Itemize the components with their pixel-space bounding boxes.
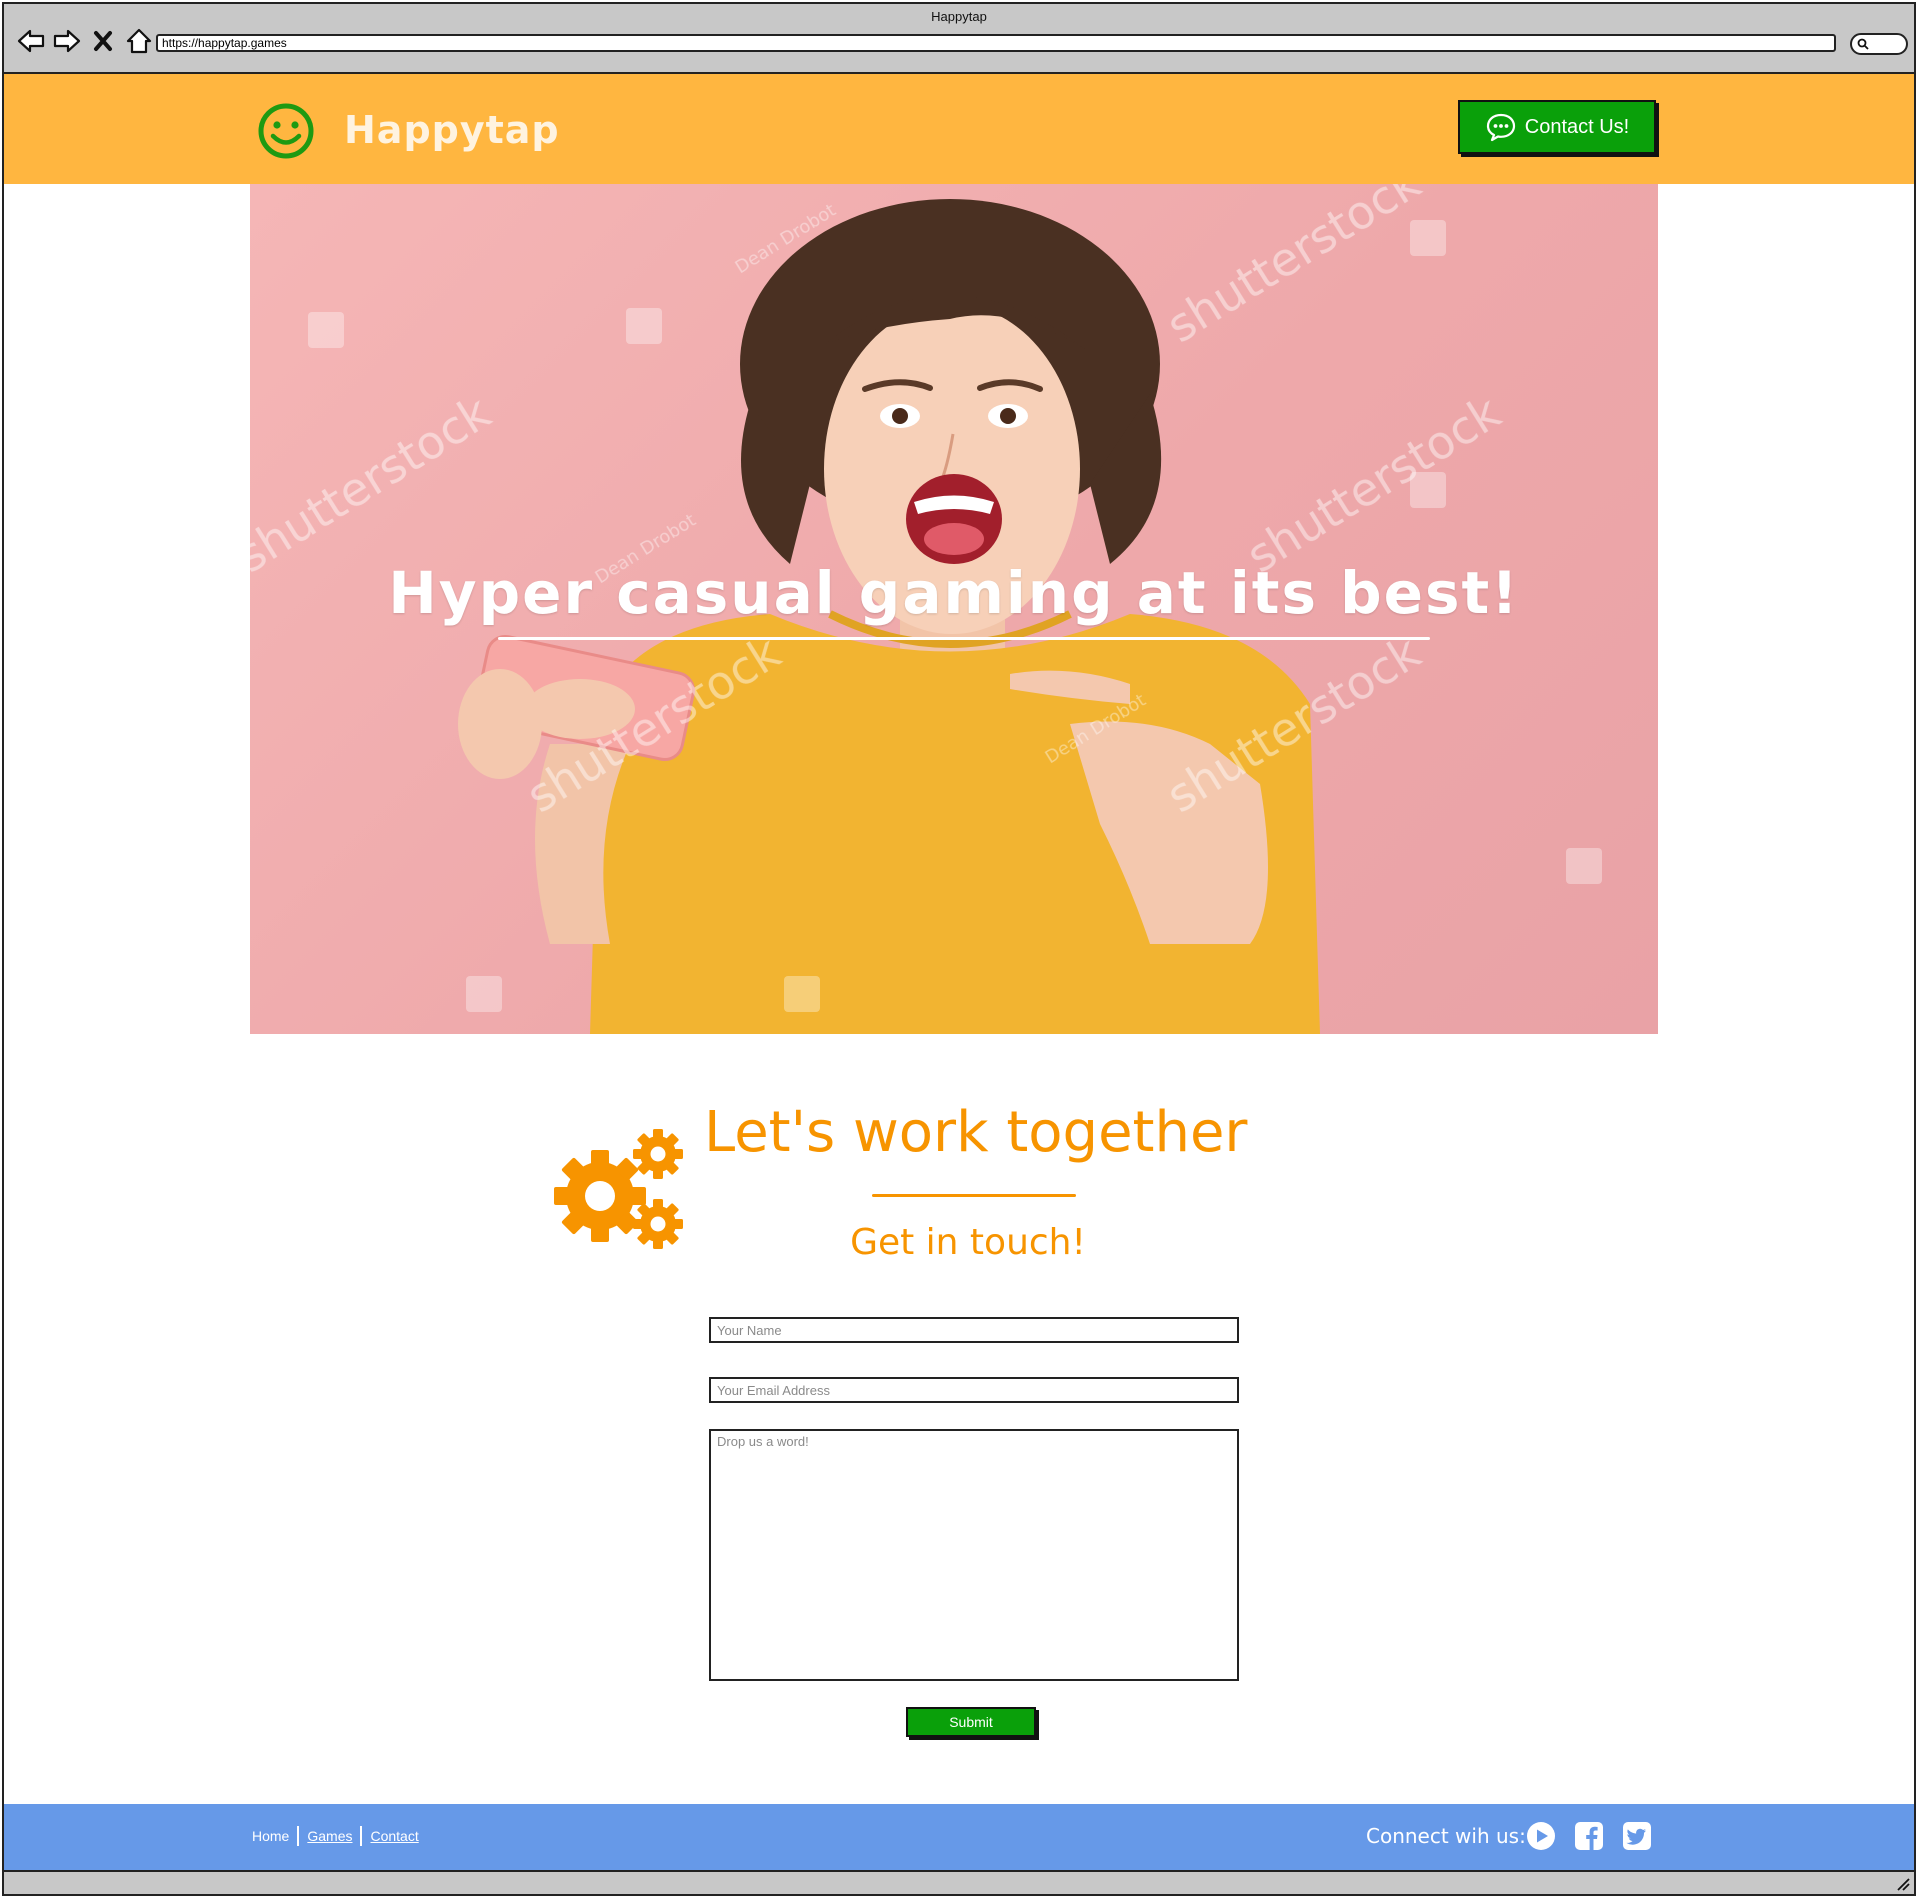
stop-close-icon[interactable] [88, 26, 118, 56]
svg-text:shutterstock: shutterstock [250, 385, 500, 583]
browser-toolbar: Happytap https://happytap.games [4, 4, 1914, 74]
section-title: Let's work together [704, 1100, 1248, 1165]
chat-bubble-icon [1486, 113, 1515, 142]
section-subtitle: Get in touch! [850, 1222, 1086, 1263]
browser-search-box[interactable] [1850, 33, 1908, 55]
contact-us-label: Contact Us! [1524, 115, 1630, 138]
section-divider [872, 1194, 1076, 1197]
svg-text:shutterstock: shutterstock [1237, 385, 1510, 583]
footer-link-games[interactable]: Games [307, 1828, 352, 1844]
email-field[interactable] [709, 1377, 1239, 1403]
back-arrow-icon[interactable] [16, 26, 46, 56]
brand-name[interactable]: Happytap [344, 108, 560, 152]
hero-banner: shutterstock shutterstock shutterstock s… [250, 184, 1658, 1034]
submit-button[interactable]: Submit [906, 1707, 1036, 1737]
forward-arrow-icon[interactable] [52, 26, 82, 56]
search-icon [1857, 38, 1869, 50]
message-field[interactable] [709, 1429, 1239, 1681]
footer-separator [297, 1826, 300, 1846]
footer-link-home[interactable]: Home [252, 1828, 289, 1844]
home-icon[interactable] [124, 26, 154, 56]
name-field[interactable] [709, 1317, 1239, 1343]
gears-icon [554, 1129, 683, 1249]
contact-us-button[interactable]: Contact Us! [1458, 100, 1656, 154]
twitter-icon[interactable] [1622, 1821, 1652, 1851]
facebook-icon[interactable] [1574, 1821, 1604, 1851]
browser-status-bar [4, 1870, 1914, 1894]
browser-window: Happytap https://happytap.games Happytap… [2, 2, 1916, 1896]
resize-grip-icon[interactable] [1894, 1875, 1910, 1891]
site-header: Happytap Contact Us! [4, 74, 1914, 184]
smiley-face-icon[interactable] [256, 101, 316, 161]
browser-nav-buttons [16, 26, 154, 56]
hero-headline: Hyper casual gaming at its best! [388, 559, 1520, 627]
hero-headline-underline [498, 637, 1430, 640]
footer-separator [360, 1826, 363, 1846]
address-bar[interactable]: https://happytap.games [156, 34, 1836, 52]
footer-nav: Home Games Contact [252, 1826, 419, 1846]
window-title: Happytap [931, 9, 987, 24]
connect-label: Connect wih us: [1366, 1824, 1526, 1848]
footer-link-contact[interactable]: Contact [370, 1828, 418, 1844]
site-footer: Home Games Contact Connect wih us: [4, 1804, 1914, 1874]
svg-text:shutterstock: shutterstock [1157, 184, 1430, 353]
youtube-play-icon[interactable] [1526, 1821, 1556, 1851]
